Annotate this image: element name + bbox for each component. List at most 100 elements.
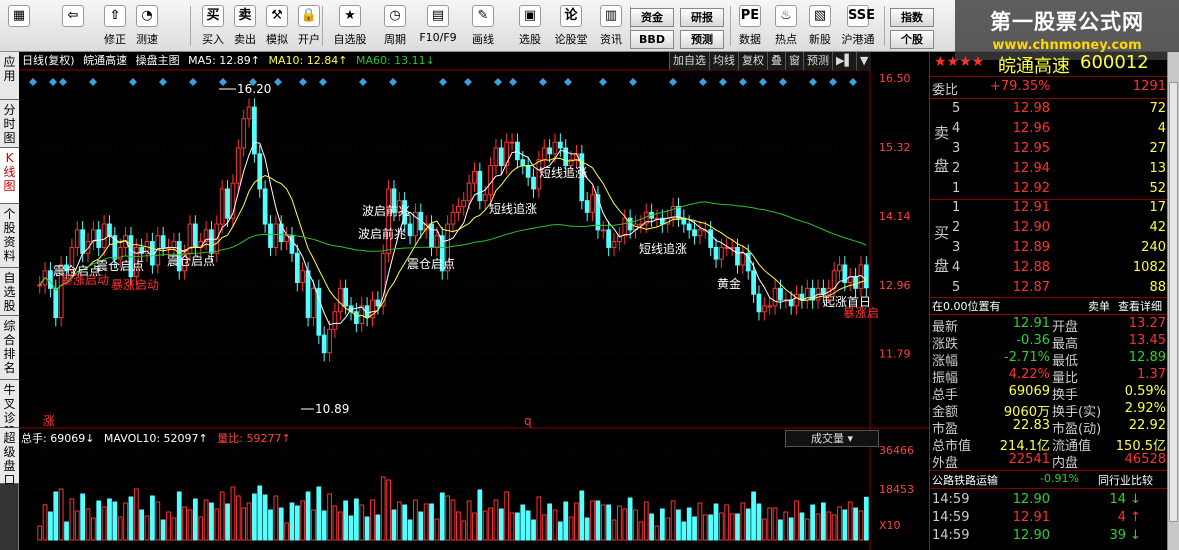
candle-down: [692, 229, 697, 237]
rating-stars: ★★★★: [934, 54, 985, 70]
toolbar-simulate-button[interactable]: ⚒ 模拟: [262, 2, 292, 50]
volume-bar: [391, 509, 397, 541]
candle-down: [557, 141, 563, 149]
toolbar-forum-button[interactable]: 论论股堂: [554, 2, 588, 50]
signal-diamond: [274, 78, 282, 86]
candle-down: [375, 299, 381, 307]
toolbar-screen-button[interactable]: ▣ 选股: [510, 2, 550, 50]
chart-button-4[interactable]: 窗: [785, 52, 803, 70]
tick-volume: 4: [1117, 510, 1126, 525]
left-tab-7[interactable]: 超级盘口: [0, 428, 19, 487]
volume-bar: [482, 510, 488, 541]
template-name[interactable]: 操盘主图: [136, 54, 180, 67]
toolbar-sse-hk-button[interactable]: SSE 沪港通: [840, 2, 876, 50]
toolbar-clock-button[interactable]: ◷ 周期: [378, 2, 412, 50]
candle-down: [547, 147, 552, 155]
left-tab-6[interactable]: 牛叉诊股: [0, 380, 19, 439]
signal-label: 短线追涨: [539, 165, 587, 180]
toolbar-newstock-button[interactable]: ▧ 新股: [806, 2, 834, 50]
toolbar-buy-button[interactable]: 买买入: [198, 2, 228, 50]
candle-down: [515, 141, 520, 161]
toolbar-news-button[interactable]: ▥ 资讯: [596, 2, 626, 50]
toolbar-speedtest-button[interactable]: ◔ 测速: [132, 2, 162, 50]
volume-bar: [262, 494, 268, 541]
toolbar-pe-button[interactable]: PE 数据: [736, 2, 764, 50]
volume-bar: [837, 506, 842, 541]
candle-down: [354, 311, 359, 324]
toolbar-revise-button[interactable]: ⇧ 修正: [100, 2, 130, 50]
candle-down: [160, 235, 166, 248]
small-button-1[interactable]: BBD: [630, 30, 674, 49]
signal-diamond: [629, 78, 637, 86]
volume-bar: [799, 512, 805, 541]
sector-name[interactable]: 公路铁路运输: [932, 472, 998, 488]
volume-bar: [863, 496, 869, 541]
toolbar-pen-button[interactable]: ✎ 画线: [464, 2, 502, 50]
small-button-2[interactable]: 研报: [680, 8, 724, 27]
left-tab-4[interactable]: 自选股: [0, 268, 19, 316]
volume-bar: [214, 508, 220, 541]
chart-button-6[interactable]: ▶▌: [832, 52, 856, 70]
volume-bar: [386, 479, 391, 541]
volume-bar: [273, 495, 279, 541]
small-button-5[interactable]: 个股: [890, 30, 934, 49]
stat-value: 2.92%: [1124, 401, 1166, 416]
volume-bar: [826, 511, 832, 541]
volume-bar: [557, 521, 563, 541]
volume-bar: [418, 511, 424, 541]
watermark-title: 第一股票公式网: [990, 10, 1144, 34]
toolbar-sell-button[interactable]: 卖卖出: [230, 2, 260, 50]
volume-bar: [48, 511, 53, 541]
stat-label: 外盘: [932, 456, 959, 471]
small-button-4[interactable]: 指数: [890, 8, 934, 27]
volume-bar: [439, 492, 445, 541]
quote-stock-name: 皖通高速: [998, 56, 1070, 77]
small-button-3[interactable]: 预测: [680, 30, 724, 49]
left-tab-3[interactable]: 个股资料: [0, 204, 19, 268]
chart-button-3[interactable]: 叠: [767, 52, 785, 70]
small-button-0[interactable]: 资金: [630, 8, 674, 27]
detail-button[interactable]: 查看详细: [1118, 298, 1162, 314]
signal-diamond: [809, 78, 817, 86]
chart-canvas[interactable]: 16.50 15.32 14.14 12.96 11.79 16.20 10.89 震仓启点暴…: [19, 52, 929, 550]
left-tab-0[interactable]: 应用: [0, 52, 19, 100]
chart-button-0[interactable]: 加自选: [669, 52, 709, 70]
signal-diamond: [359, 78, 367, 86]
toolbar-label: 数据: [739, 33, 761, 46]
left-tab-1[interactable]: 分时图: [0, 100, 19, 148]
left-tab-5[interactable]: 综合排名: [0, 316, 19, 380]
volume-bar: [761, 518, 767, 541]
chart-button-7[interactable]: ▼: [855, 52, 872, 70]
candle-down: [262, 188, 268, 225]
sell-level: 2: [952, 161, 961, 176]
toolbar-hot-button[interactable]: ♨ 热点: [772, 2, 800, 50]
signal-diamond: [739, 78, 747, 86]
left-tab-2[interactable]: K线图: [0, 148, 19, 204]
toolbar-lock-button[interactable]: 🔒 开户: [294, 2, 324, 50]
chart-button-5[interactable]: 预测: [803, 52, 832, 70]
toolbar-windows-button[interactable]: ▦: [4, 2, 34, 50]
toolbar-f10-button[interactable]: ▤ F10/F9: [418, 2, 458, 50]
chart-button-2[interactable]: 复权: [738, 52, 767, 70]
toolbar-star-button[interactable]: ★ 自选股: [330, 2, 370, 50]
volume-bar: [686, 507, 692, 541]
kline-chart[interactable]: 16.50 15.32 14.14 12.96 11.79 16.20 10.89 震仓启点暴…: [19, 52, 929, 550]
peer-compare-button[interactable]: 同行业比较: [1098, 472, 1153, 488]
pen-icon: ✎: [472, 5, 494, 27]
stat-value: 4.22%: [1008, 367, 1050, 382]
stat-value: 22541: [1008, 452, 1050, 467]
scrollbar-thumb[interactable]: [1169, 82, 1178, 522]
hot-icon: ♨: [775, 5, 797, 27]
tick-direction-icon: ↓: [1130, 528, 1141, 543]
period-label[interactable]: 日线(复权): [22, 54, 75, 67]
volume-dropdown[interactable]: 成交量 ▾: [785, 430, 879, 447]
scrollbar[interactable]: [1167, 52, 1179, 550]
toolbar-label: 沪港通: [841, 33, 875, 46]
candle-up: [552, 141, 558, 155]
sell-single-button[interactable]: 卖单: [1088, 298, 1110, 314]
candle-up: [241, 118, 247, 149]
volume-bar: [767, 507, 773, 541]
volume-bar: [284, 522, 289, 541]
toolbar-back-arrow-button[interactable]: ⇦: [58, 2, 88, 50]
chart-button-1[interactable]: 均线: [709, 52, 738, 70]
